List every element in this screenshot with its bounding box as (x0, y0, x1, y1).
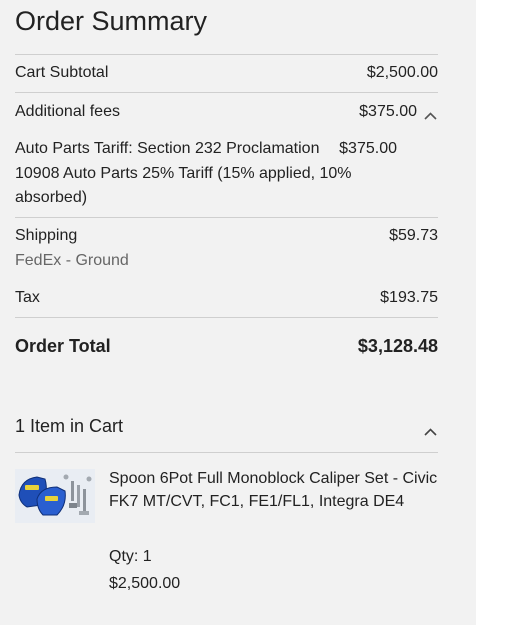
tariff-value: $375.00 (339, 140, 397, 157)
additional-fees-toggle[interactable]: $375.00 (359, 100, 438, 124)
subtotal-label: Cart Subtotal (15, 64, 109, 81)
additional-fees-label: Additional fees (15, 103, 120, 120)
cart-header[interactable]: 1 Item in Cart (15, 413, 438, 439)
product-quantity: Qty: 1 (109, 548, 152, 565)
divider (15, 54, 438, 55)
product-name-link[interactable]: Spoon 6Pot Full Monoblock Caliper Set - … (109, 468, 439, 513)
cart-item-count: 1 Item in Cart (15, 416, 124, 436)
tax-label: Tax (15, 289, 40, 306)
chevron-up-icon[interactable] (423, 106, 438, 120)
tariff-label: Auto Parts Tariff: Section 232 Proclamat… (15, 140, 352, 206)
divider (15, 317, 438, 318)
order-total-label: Order Total (15, 336, 111, 356)
additional-fees-value: $375.00 (359, 103, 417, 120)
subtotal-value: $2,500.00 (366, 64, 438, 81)
shipping-value: $59.73 (389, 227, 438, 244)
tax-value: $193.75 (380, 289, 438, 306)
order-summary-title: Order Summary (15, 6, 208, 36)
order-total-value: $3,128.48 (357, 336, 438, 356)
divider (15, 217, 438, 218)
divider (15, 452, 438, 453)
product-price: $2,500.00 (109, 575, 181, 592)
shipping-label: Shipping (15, 227, 78, 244)
shipping-method: FedEx - Ground (15, 252, 129, 269)
order-summary-panel: Order Summary Cart Subtotal $2,500.00 Ad… (0, 0, 476, 625)
divider (15, 92, 438, 93)
chevron-up-icon[interactable] (423, 419, 438, 436)
product-image[interactable] (15, 469, 95, 523)
